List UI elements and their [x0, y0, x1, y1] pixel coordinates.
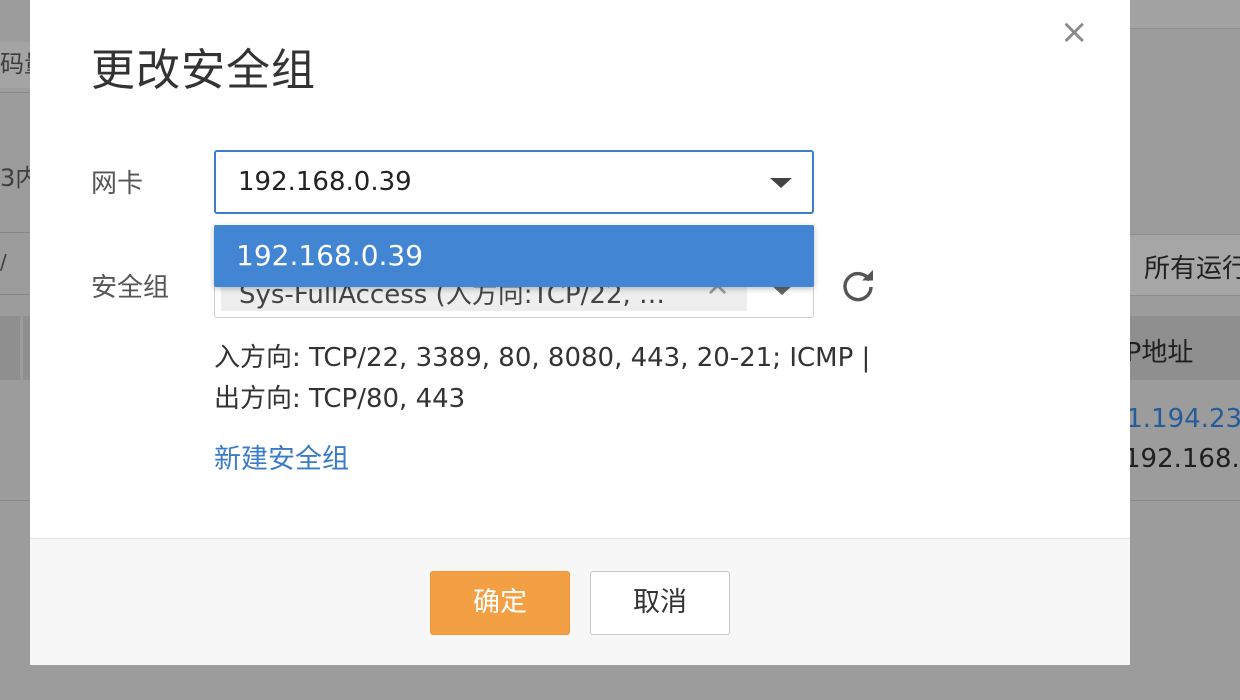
background-public-ip: .1.194.233	[1118, 404, 1240, 434]
nic-select[interactable]: 192.168.0.39	[214, 150, 814, 214]
background-divider	[0, 294, 30, 295]
change-security-group-dialog: 更改安全组 × 网卡 192.168.0.39 安全组 Sys-FullAcce…	[30, 0, 1130, 665]
background-partial-text: /	[0, 250, 7, 274]
background-filter-label: 所有运行	[1144, 254, 1240, 284]
inbound-rules-text: 入方向: TCP/22, 3389, 80, 8080, 443, 20-21;…	[214, 343, 871, 373]
nic-label: 网卡	[91, 169, 144, 199]
chevron-down-icon	[770, 178, 792, 188]
close-icon[interactable]: ×	[1060, 14, 1089, 50]
background-column-separator	[20, 316, 23, 380]
nic-dropdown-menu: 192.168.0.39	[214, 225, 814, 287]
outbound-rules-text: 出方向: TCP/80, 443	[214, 384, 466, 414]
security-group-rules: 入方向: TCP/22, 3389, 80, 8080, 443, 20-21;…	[214, 338, 870, 420]
background-divider	[0, 232, 30, 233]
dialog-title: 更改安全组	[91, 45, 316, 96]
security-group-label: 安全组	[91, 273, 170, 303]
background-divider	[0, 92, 30, 93]
cancel-button[interactable]: 取消	[590, 571, 730, 635]
nic-selected-value: 192.168.0.39	[238, 167, 412, 197]
confirm-button[interactable]: 确定	[430, 571, 570, 635]
dialog-footer: 确定 取消	[30, 538, 1130, 665]
new-security-group-link[interactable]: 新建安全组	[214, 437, 349, 476]
background-private-ip: 192.168.0	[1124, 444, 1240, 474]
nic-dropdown-option[interactable]: 192.168.0.39	[214, 225, 814, 287]
background-topbar	[1130, 0, 1240, 29]
refresh-icon[interactable]	[840, 268, 876, 304]
